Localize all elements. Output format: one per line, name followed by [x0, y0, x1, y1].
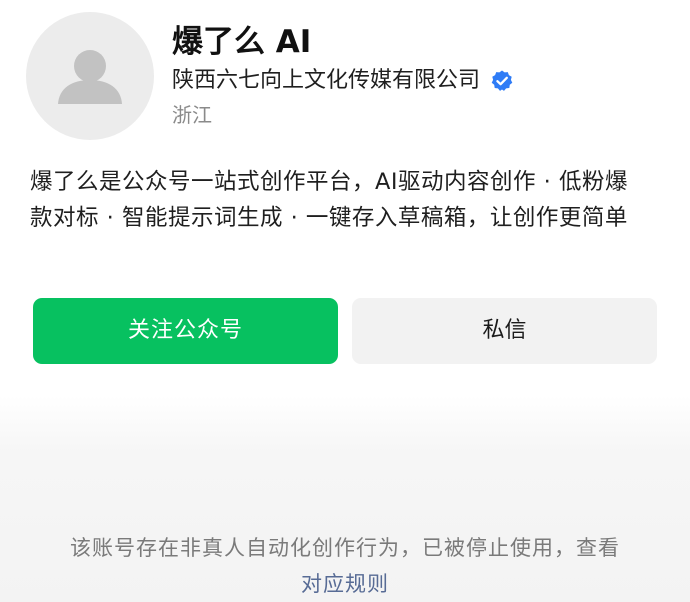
suspension-notice-text: 该账号存在非真人自动化创作行为，已被停止使用，查看 — [70, 536, 620, 560]
account-description: 爆了么是公众号一站式创作平台，AI驱动内容创作 · 低粉爆款对标 · 智能提示词… — [30, 169, 628, 231]
verified-badge-icon — [490, 69, 514, 93]
default-person-avatar-icon — [58, 50, 122, 104]
account-name: 爆了么 AI — [172, 24, 312, 60]
suspension-notice-area: 该账号存在非真人自动化创作行为，已被停止使用，查看对应规则 — [0, 396, 690, 602]
suspension-notice: 该账号存在非真人自动化创作行为，已被停止使用，查看对应规则 — [60, 530, 630, 602]
follow-account-button[interactable]: 关注公众号 — [33, 298, 338, 364]
profile-header: 爆了么 AI 陕西六七向上文化传媒有限公司 浙江 — [0, 0, 690, 150]
private-message-button[interactable]: 私信 — [352, 298, 657, 364]
region-label: 浙江 — [172, 103, 212, 127]
avatar[interactable] — [26, 12, 154, 140]
company-row: 陕西六七向上文化传媒有限公司 — [172, 64, 514, 98]
rules-link[interactable]: 对应规则 — [301, 572, 389, 596]
company-name: 陕西六七向上文化传媒有限公司 — [172, 68, 481, 93]
